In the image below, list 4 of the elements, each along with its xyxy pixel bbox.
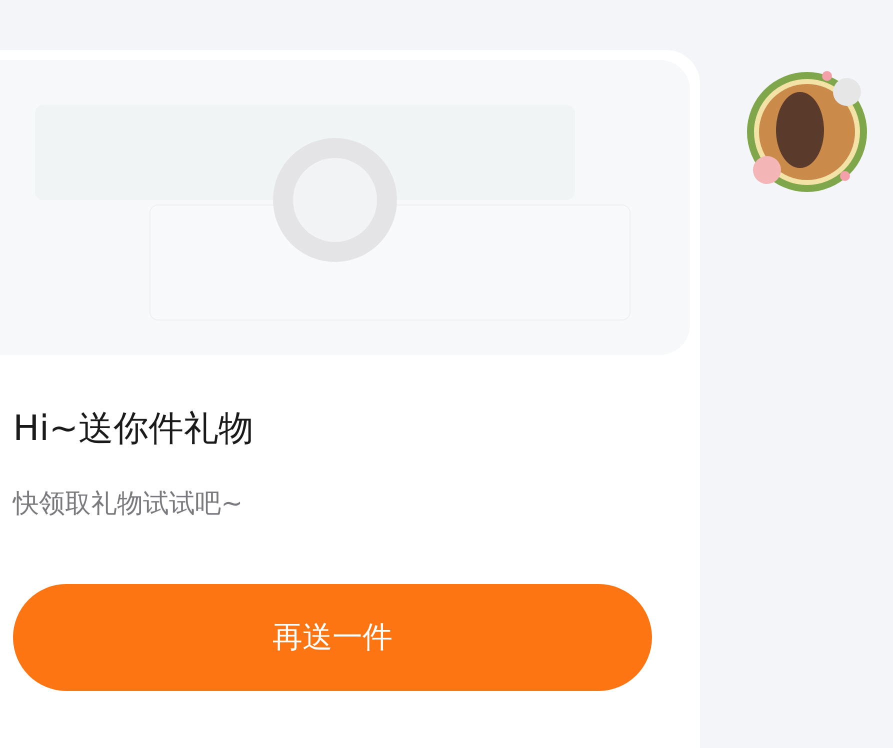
message-subtitle: 快领取礼物试试吧~ (13, 488, 243, 521)
send-again-button[interactable]: 再送一件 (13, 584, 652, 691)
message-title: Hi~送你件礼物 (13, 408, 254, 451)
avatar[interactable] (745, 70, 869, 194)
